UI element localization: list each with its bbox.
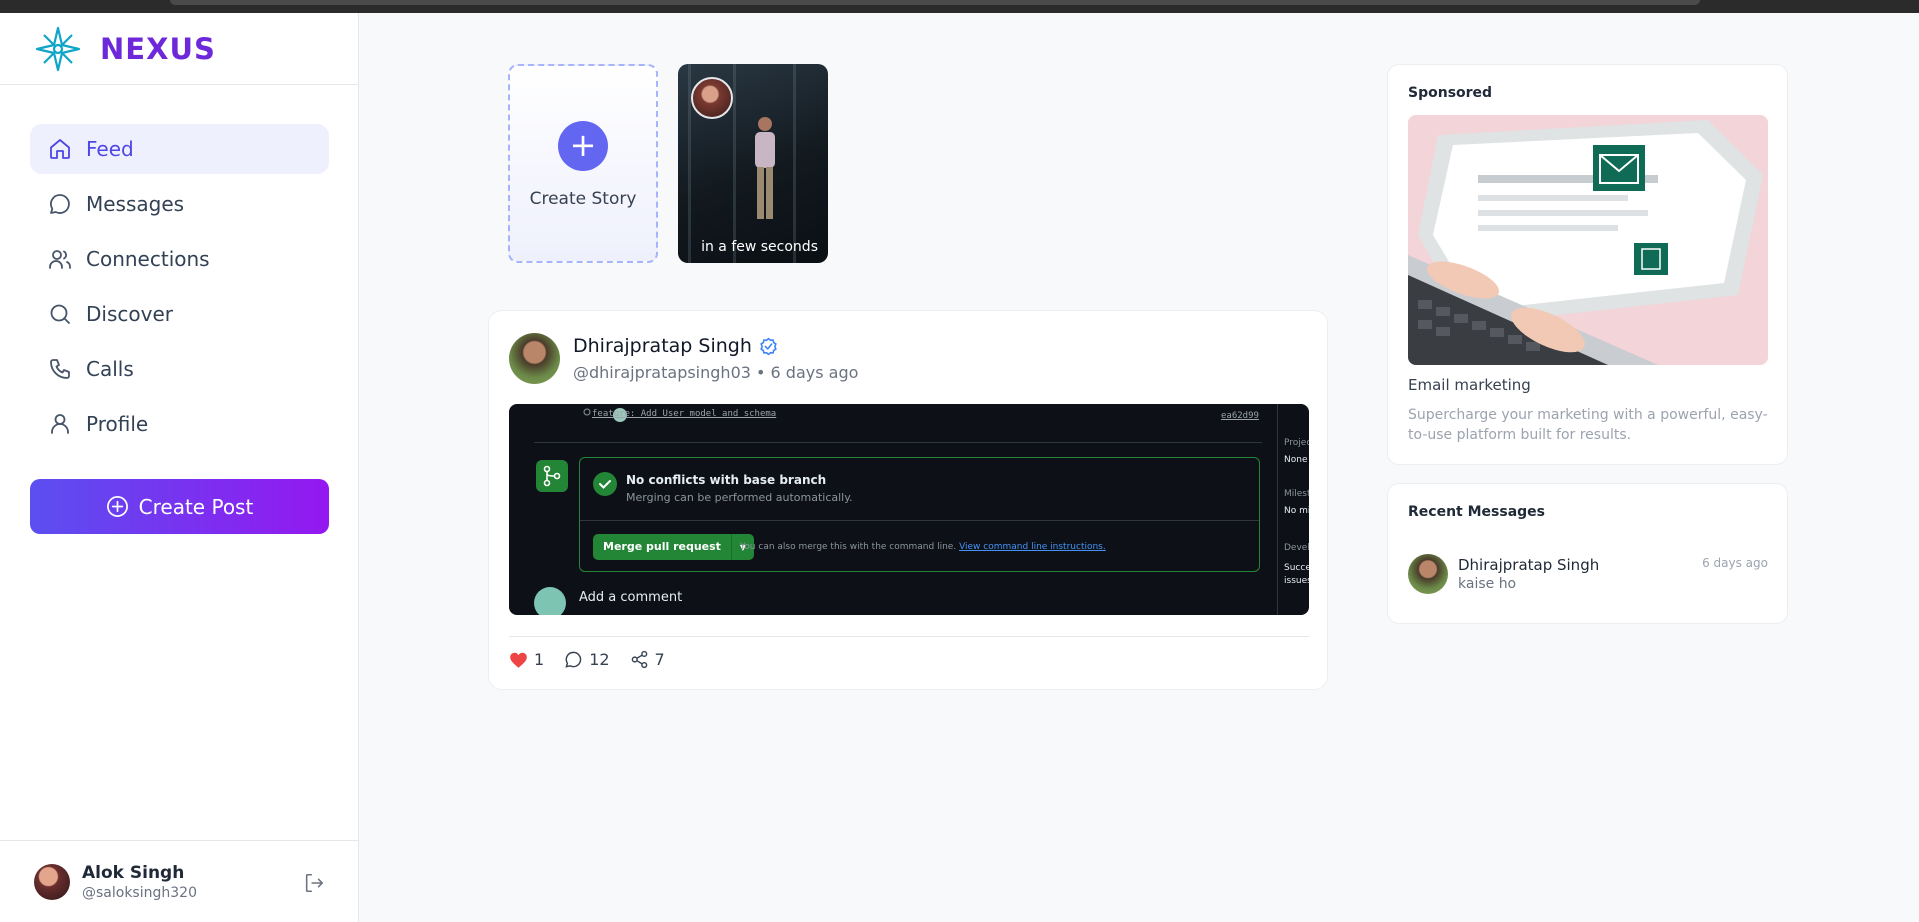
pr-sidebar-projects: Project: [1284, 438, 1309, 448]
merge-status-subtitle: Merging can be performed automatically.: [626, 491, 853, 504]
verified-badge-icon: [760, 337, 777, 355]
divider: [580, 520, 1259, 521]
story-person-image: [755, 117, 775, 219]
post-author-name: Dhirajpratap Singh: [573, 335, 752, 357]
post-image[interactable]: feature: Add User model and schema ea62d…: [509, 404, 1309, 615]
like-count: 1: [534, 650, 545, 669]
current-user-handle: @saloksingh320: [82, 884, 197, 901]
nav-item-messages[interactable]: Messages: [30, 179, 329, 229]
nav-item-discover[interactable]: Discover: [30, 289, 329, 339]
share-button[interactable]: 7: [630, 650, 665, 669]
nav-label-calls: Calls: [86, 357, 134, 381]
heart-icon: [510, 652, 527, 668]
commit-hash: ea62d99: [1221, 411, 1259, 421]
sponsored-card: Sponsored Email marketing Supercharge yo…: [1387, 64, 1788, 465]
sidebar: NEXUS Feed Messages Connections Discover: [0, 13, 359, 922]
share-count: 7: [654, 650, 665, 669]
recent-messages-title: Recent Messages: [1408, 504, 1545, 520]
message-sender: Dhirajpratap Singh: [1458, 556, 1600, 574]
pr-sidebar-development-value: Succes: [1284, 563, 1309, 573]
create-story-card[interactable]: + Create Story: [508, 64, 658, 263]
comment-icon: [565, 651, 582, 668]
merge-cli-link: View command line instructions.: [959, 542, 1106, 552]
add-comment-heading: Add a comment: [579, 590, 683, 605]
story-avatar: [691, 77, 733, 119]
story-background-line: [793, 64, 796, 263]
chat-bubble-icon: [48, 192, 72, 216]
post-author[interactable]: Dhirajpratap Singh: [573, 335, 778, 357]
share-icon: [631, 650, 647, 669]
create-story-label: Create Story: [529, 189, 637, 209]
post-actions: 1 12 7: [509, 650, 685, 669]
nav-label-profile: Profile: [86, 412, 149, 436]
message-time: 6 days ago: [1702, 556, 1768, 570]
story-background-line: [733, 64, 736, 263]
divider: [534, 442, 1262, 443]
nav-item-feed[interactable]: Feed: [30, 124, 329, 174]
pr-sidebar-development-value-2: issues.: [1284, 576, 1309, 586]
laptop-illustration: [1408, 115, 1768, 365]
nav-label-messages: Messages: [86, 192, 185, 216]
user-icon: [48, 412, 72, 436]
create-post-button[interactable]: Create Post: [30, 479, 329, 534]
avatar[interactable]: [34, 863, 70, 900]
recent-messages-card: Recent Messages Dhirajpratap Singh kaise…: [1387, 483, 1788, 624]
ad-title[interactable]: Email marketing: [1408, 376, 1531, 394]
like-button[interactable]: 1: [509, 650, 544, 669]
nav-label-feed: Feed: [86, 137, 134, 161]
pr-sidebar: Project None y Milesto No mil Develo Suc…: [1277, 404, 1309, 615]
avatar[interactable]: [509, 333, 560, 384]
phone-icon: [48, 357, 72, 381]
git-merge-icon: [536, 460, 568, 492]
merge-status-box: No conflicts with base branch Merging ca…: [579, 457, 1260, 572]
pr-sidebar-projects-value: None y: [1284, 455, 1309, 465]
create-post-label: Create Post: [138, 494, 254, 519]
commit-node-icon: [583, 408, 591, 416]
merge-status-title: No conflicts with base branch: [626, 473, 827, 487]
story-caption: in a few seconds: [701, 239, 818, 255]
comment-button[interactable]: 12: [564, 650, 610, 669]
post-meta: @dhirajpratapsingh03 • 6 days ago: [573, 363, 859, 382]
sponsored-title: Sponsored: [1408, 85, 1493, 101]
comment-avatar: [534, 587, 566, 615]
story-card[interactable]: in a few seconds: [678, 64, 828, 263]
pr-sidebar-development: Develo: [1284, 543, 1309, 553]
logout-icon[interactable]: [303, 872, 325, 894]
merge-pull-request-button: Merge pull request ▼: [593, 534, 754, 560]
pr-sidebar-milestone: Milesto: [1284, 489, 1309, 499]
comment-count: 12: [589, 650, 610, 669]
nav-item-profile[interactable]: Profile: [30, 399, 329, 449]
current-user-name: Alok Singh: [82, 862, 185, 883]
current-user: Alok Singh @saloksingh320: [0, 840, 359, 922]
plus-circle-icon: [106, 496, 128, 517]
commit-message: feature: Add User model and schema: [592, 409, 777, 419]
home-icon: [48, 137, 72, 161]
pr-sidebar-milestone-value: No mil: [1284, 506, 1309, 516]
ad-image[interactable]: [1408, 115, 1768, 365]
ad-description: Supercharge your marketing with a powerf…: [1408, 407, 1768, 443]
divider: [509, 636, 1309, 637]
main-nav: Feed Messages Connections Discover Calls: [0, 13, 329, 454]
plus-icon: +: [558, 121, 608, 171]
nav-label-connections: Connections: [86, 247, 210, 271]
users-icon: [48, 247, 72, 271]
check-icon: [593, 472, 617, 496]
nav-label-discover: Discover: [86, 302, 173, 326]
list-item[interactable]: Dhirajpratap Singh kaise ho 6 days ago: [1408, 554, 1768, 596]
search-icon: [48, 302, 72, 326]
post-card: Dhirajpratap Singh @dhirajpratapsingh03 …: [488, 310, 1328, 690]
merge-button-label: Merge pull request: [593, 534, 732, 560]
nav-item-calls[interactable]: Calls: [30, 344, 329, 394]
browser-top-bar: [0, 0, 1919, 13]
avatar: [1408, 554, 1448, 594]
nav-item-connections[interactable]: Connections: [30, 234, 329, 284]
merge-cli-note: You can also merge this with the command…: [740, 542, 1106, 552]
merge-cli-text: You can also merge this with the command…: [740, 542, 957, 552]
message-preview: kaise ho: [1458, 576, 1517, 592]
